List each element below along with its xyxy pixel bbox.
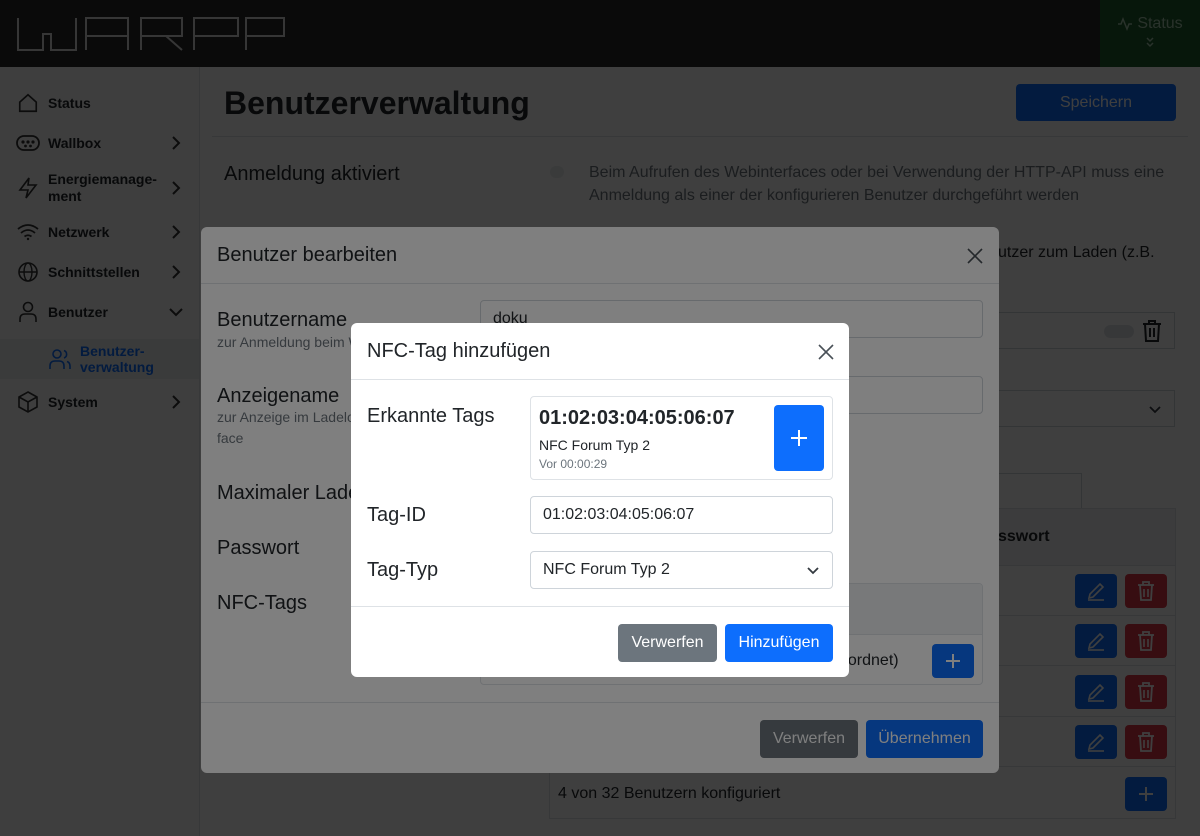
- detected-tag-type: NFC Forum Typ 2: [539, 437, 650, 453]
- modal-footer: Verwerfen Hinzufügen: [351, 606, 849, 677]
- tag-type-value: NFC Forum Typ 2: [543, 561, 670, 578]
- detected-tag-age: Vor 00:00:29: [539, 457, 608, 471]
- detected-tags-label: Erkannte Tags: [367, 405, 495, 427]
- detected-tag-card[interactable]: 01:02:03:04:05:06:07 NFC Forum Typ 2 Vor…: [530, 396, 833, 480]
- add-nfc-tag-modal: NFC-Tag hinzufügen Erkannte Tags 01:02:0…: [351, 323, 849, 677]
- modal-title: NFC-Tag hinzufügen: [367, 340, 551, 362]
- tag-type-label: Tag-Typ: [367, 559, 439, 581]
- use-detected-tag-button[interactable]: [774, 405, 824, 471]
- add-button[interactable]: Hinzufügen: [725, 624, 833, 662]
- detected-tag-id: 01:02:03:04:05:06:07: [539, 407, 735, 429]
- chevron-down-icon: [806, 563, 820, 581]
- plus-icon: [791, 430, 807, 446]
- tag-id-input[interactable]: [530, 496, 833, 534]
- modal-header: NFC-Tag hinzufügen: [351, 323, 849, 380]
- tag-id-label: Tag-ID: [367, 504, 426, 526]
- close-icon[interactable]: [816, 342, 836, 362]
- discard-button[interactable]: Verwerfen: [618, 624, 717, 662]
- tag-type-select[interactable]: NFC Forum Typ 2: [530, 551, 833, 589]
